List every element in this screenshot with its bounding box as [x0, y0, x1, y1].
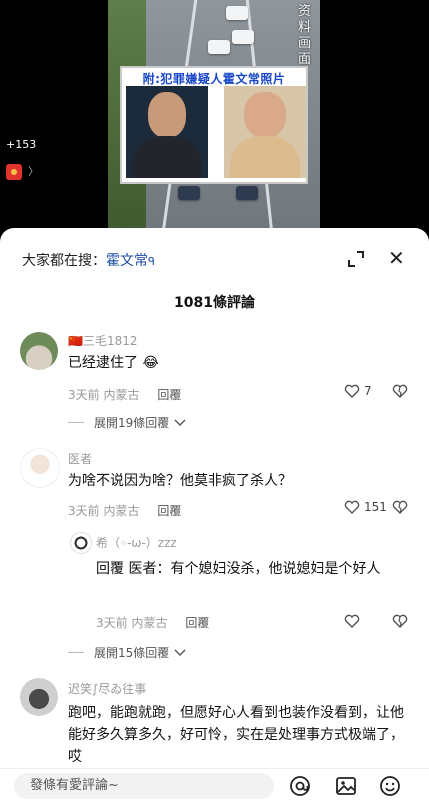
comment-username[interactable]: 医者: [68, 450, 92, 467]
trending-search-label: 大家都在搜：: [22, 253, 106, 269]
comment-text: 跑吧，能跑就跑，但愿好心人看到也装作没看到，让他能好多久算多久，好可怜，实在是处…: [68, 705, 404, 764]
comment-username[interactable]: 🇨🇳三毛1812: [68, 332, 138, 349]
heart-icon: [344, 384, 360, 398]
expand-replies-button[interactable]: 展開15條回覆: [68, 644, 187, 661]
avatar[interactable]: [20, 448, 60, 488]
comment-username[interactable]: 希（◦-ω-）zzz: [96, 534, 177, 551]
search-icon: ᑫ: [148, 255, 155, 268]
chevron-right-icon[interactable]: 〉: [28, 163, 39, 179]
comment-region: 内蒙古: [131, 616, 168, 630]
comment-count-title: 1081條評論: [174, 295, 255, 311]
comment-time: 3天前: [68, 388, 100, 402]
image-icon[interactable]: [334, 774, 358, 798]
china-flag-icon: 🇨🇳: [68, 334, 83, 348]
close-icon[interactable]: ✕: [388, 248, 405, 268]
avatar[interactable]: [20, 332, 58, 370]
comment-meta: 3天前 内蒙古 回覆: [68, 386, 181, 403]
comment-meta: 3天前 内蒙古 回覆: [96, 614, 209, 631]
expand-replies-button[interactable]: 展開19條回覆: [68, 414, 187, 431]
watermark-text: 资料画面: [298, 4, 312, 67]
laughing-emoji-icon: 😂: [142, 355, 159, 371]
comment-sheet: 大家都在搜：霍文常ᑫ ✕ 1081條評論 🇨🇳三毛1812 已经逮住了 😂 3天…: [0, 228, 429, 800]
comment-time: 3天前: [68, 504, 100, 518]
comment-text: 回覆 医者：有个媳妇没杀，他说媳妇是个好人: [96, 561, 381, 577]
broken-heart-icon[interactable]: [392, 614, 408, 628]
avatar[interactable]: [70, 532, 92, 554]
gift-count: +153: [6, 138, 37, 151]
comment-time: 3天前: [96, 616, 128, 630]
comment-text: 为啥不说因为啥？他莫非疯了杀人？: [68, 473, 292, 489]
broken-heart-icon[interactable]: [392, 384, 408, 398]
expand-icon[interactable]: [347, 250, 365, 268]
chevron-down-icon: [174, 649, 186, 656]
heart-icon: [344, 614, 360, 628]
emoji-icon[interactable]: [378, 774, 402, 798]
broken-heart-icon[interactable]: [392, 500, 408, 514]
comment-region: 内蒙古: [103, 504, 140, 518]
comment-input[interactable]: 發條有愛評論~: [14, 773, 274, 799]
comment-region: 内蒙古: [103, 388, 140, 402]
photo-caption: 附:犯罪嫌疑人霍文常照片: [142, 72, 286, 86]
reply-button[interactable]: 回覆: [185, 616, 209, 630]
comment-meta: 3天前 内蒙古 回覆: [68, 502, 181, 519]
at-mention-icon[interactable]: [288, 774, 312, 798]
chevron-down-icon: [174, 419, 186, 426]
comment-username[interactable]: 迟笑∫尽ゐ往事: [68, 680, 146, 697]
suspect-photo-1: [126, 86, 208, 178]
like-count: 7: [364, 384, 372, 398]
comment-text: 已经逮住了 😂: [68, 355, 159, 371]
suspect-photo-panel: 附:犯罪嫌疑人霍文常照片: [120, 66, 308, 184]
like-button[interactable]: 7: [344, 384, 372, 398]
comment-input-bar: 發條有愛評論~: [0, 768, 429, 800]
heart-icon: [344, 500, 360, 514]
reply-button[interactable]: 回覆: [157, 504, 181, 518]
like-button[interactable]: 151: [344, 500, 387, 514]
video-player[interactable]: 资料画面 附:犯罪嫌疑人霍文常照片 +153 〉: [0, 0, 429, 240]
like-button[interactable]: [344, 614, 360, 628]
avatar[interactable]: [20, 678, 58, 716]
like-count: 151: [364, 500, 387, 514]
trending-search-keyword[interactable]: 霍文常: [106, 253, 148, 269]
suspect-photo-2: [224, 86, 306, 178]
reply-button[interactable]: 回覆: [157, 388, 181, 402]
red-packet-icon[interactable]: [6, 164, 22, 180]
trending-search[interactable]: 大家都在搜：霍文常ᑫ: [22, 250, 155, 270]
